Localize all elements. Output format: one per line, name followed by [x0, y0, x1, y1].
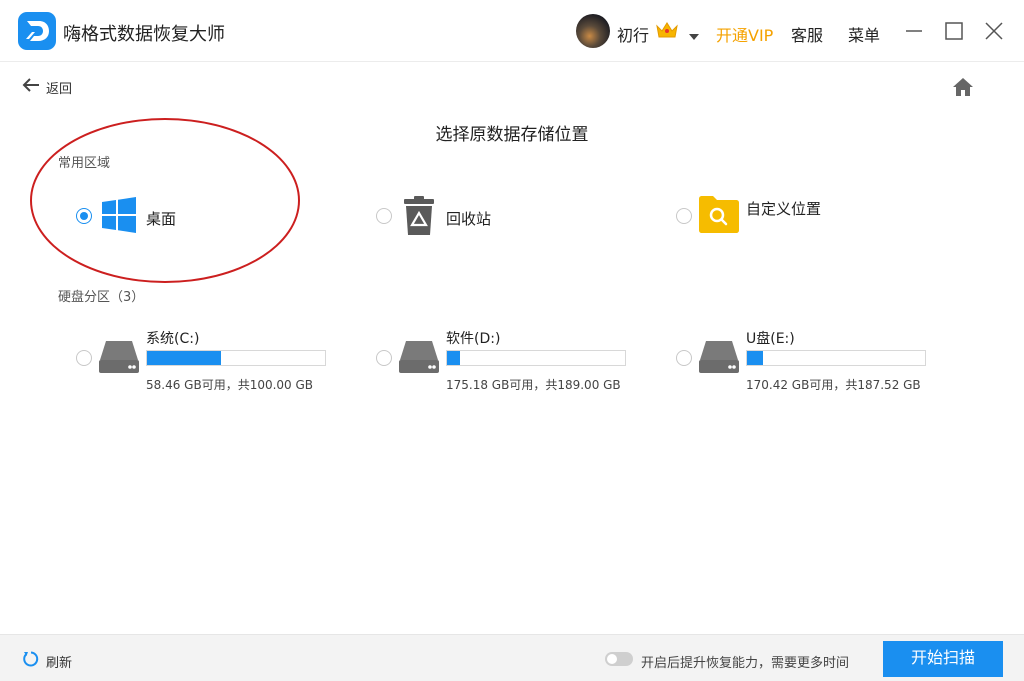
recycle-bin-icon[interactable]: [402, 196, 436, 240]
crown-icon: [655, 20, 679, 44]
dropdown-arrow-icon[interactable]: [688, 26, 700, 45]
radio-desktop[interactable]: [76, 208, 92, 224]
radio-drive-c[interactable]: [76, 350, 92, 366]
drive-info-e: 170.42 GB可用，共187.52 GB: [746, 378, 921, 392]
service-link[interactable]: 客服: [791, 22, 823, 46]
title-bar: 嗨格式数据恢复大师 初行 开通VIP 客服 菜单: [0, 0, 1024, 62]
app-logo-icon: [18, 12, 56, 50]
refresh-button[interactable]: 刷新: [22, 650, 72, 672]
drive-name-c[interactable]: 系统(C:): [146, 328, 199, 348]
radio-custom-location[interactable]: [676, 208, 692, 224]
avatar[interactable]: [576, 14, 610, 48]
drive-name-e[interactable]: U盘(E:): [746, 328, 795, 348]
folder-search-icon[interactable]: [699, 195, 739, 237]
drive-name-d[interactable]: 软件(D:): [446, 328, 500, 348]
minimize-icon[interactable]: [901, 18, 927, 44]
back-button[interactable]: 返回: [22, 76, 72, 98]
enhance-toggle-label: 开启后提升恢复能力，需要更多时间: [641, 656, 850, 671]
radio-drive-e[interactable]: [676, 350, 692, 366]
windows-icon[interactable]: [101, 197, 137, 237]
back-label: 返回: [46, 81, 73, 97]
hard-drive-icon[interactable]: [699, 340, 739, 378]
hard-drive-icon[interactable]: [99, 340, 139, 378]
option-label-recycle-bin[interactable]: 回收站: [446, 208, 491, 229]
home-icon[interactable]: [951, 76, 975, 102]
radio-recycle-bin[interactable]: [376, 208, 392, 224]
drive-usage-fill-e: [747, 351, 764, 365]
option-label-desktop[interactable]: 桌面: [146, 208, 176, 229]
app-title: 嗨格式数据恢复大师: [63, 24, 225, 45]
start-scan-button[interactable]: 开始扫描: [883, 641, 1003, 677]
drive-info-c: 58.46 GB可用，共100.00 GB: [146, 378, 314, 392]
back-arrow-icon: [22, 77, 40, 97]
drive-usage-bar-e: [746, 350, 926, 366]
drive-usage-bar-c: [146, 350, 326, 366]
option-label-custom-location[interactable]: 自定义位置: [746, 198, 821, 219]
drive-usage-bar-d: [446, 350, 626, 366]
enhance-toggle[interactable]: [605, 652, 633, 666]
refresh-label: 刷新: [46, 655, 73, 671]
drive-info-d: 175.18 GB可用，共189.00 GB: [446, 378, 621, 392]
vip-link[interactable]: 开通VIP: [716, 22, 773, 46]
close-icon[interactable]: [981, 18, 1007, 44]
page-title: 选择原数据存储位置: [435, 125, 589, 145]
maximize-icon[interactable]: [941, 18, 967, 44]
drive-usage-fill-d: [447, 351, 460, 365]
drive-usage-fill-c: [147, 351, 221, 365]
common-section-label: 常用区域: [58, 156, 111, 171]
disk-section-label: 硬盘分区（3）: [58, 290, 145, 305]
menu-link[interactable]: 菜单: [848, 22, 880, 46]
refresh-icon: [22, 650, 40, 672]
radio-drive-d[interactable]: [376, 350, 392, 366]
hard-drive-icon[interactable]: [399, 340, 439, 378]
username[interactable]: 初行: [617, 22, 649, 46]
footer-bar: [0, 634, 1024, 681]
